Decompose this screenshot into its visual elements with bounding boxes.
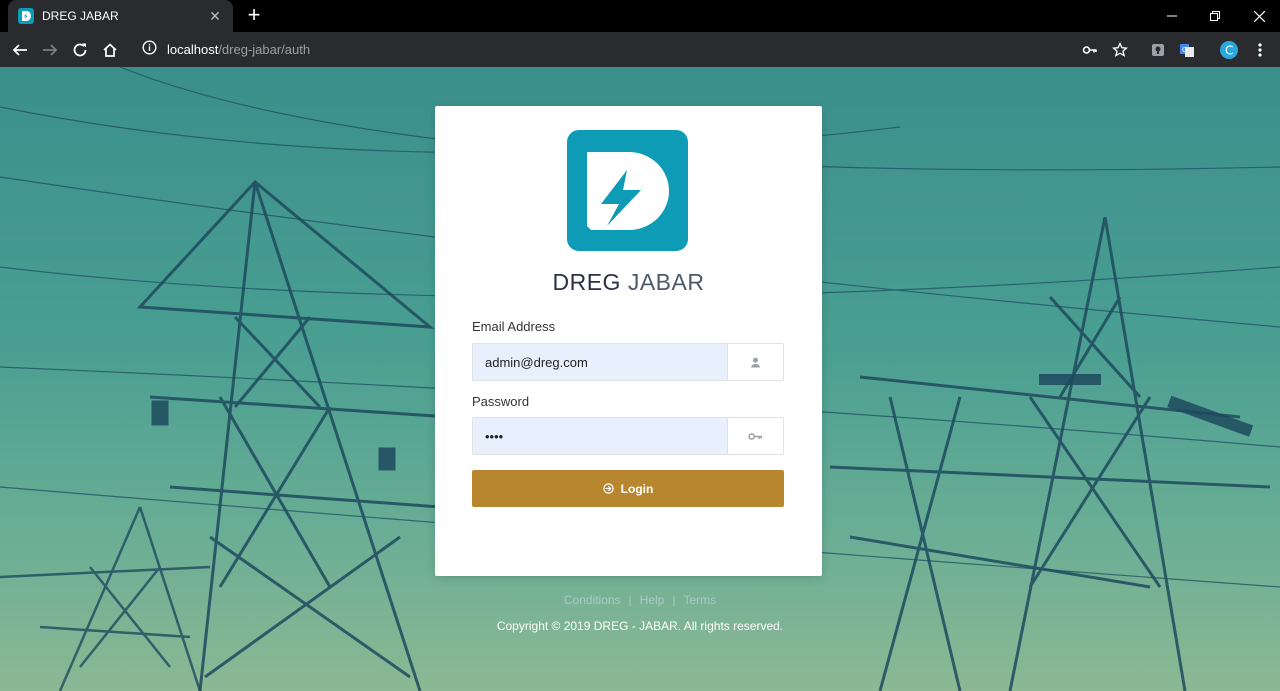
dreg-favicon-icon	[18, 8, 34, 24]
extension-icon[interactable]	[1147, 39, 1169, 61]
password-label: Password	[472, 394, 530, 409]
email-input[interactable]	[472, 343, 727, 381]
minimize-icon[interactable]	[1153, 0, 1191, 32]
login-icon	[602, 483, 614, 494]
reload-icon[interactable]	[69, 39, 91, 61]
restore-icon[interactable]	[1196, 0, 1234, 32]
help-link[interactable]: Help	[640, 593, 665, 607]
home-icon[interactable]	[99, 39, 121, 61]
user-icon	[727, 343, 784, 381]
browser-tab[interactable]: DREG JABAR ✕	[8, 0, 233, 32]
translate-icon[interactable]: G	[1176, 39, 1198, 61]
key-icon	[727, 417, 784, 455]
login-button[interactable]: Login	[472, 470, 784, 507]
login-page: DREG JABAR Email Address Password Login …	[0, 67, 1280, 691]
close-window-icon[interactable]	[1240, 0, 1278, 32]
address-bar[interactable]: localhost/dreg-jabar/auth	[132, 36, 1072, 63]
terms-link[interactable]: Terms	[683, 593, 716, 607]
back-icon[interactable]	[9, 39, 31, 61]
footer-separator: |	[628, 593, 632, 607]
brand-title: DREG JABAR	[552, 269, 705, 295]
password-input[interactable]	[472, 417, 727, 455]
menu-kebab-icon[interactable]	[1249, 39, 1271, 61]
password-group	[472, 417, 784, 455]
conditions-link[interactable]: Conditions	[564, 593, 621, 607]
url-text: localhost/dreg-jabar/auth	[167, 42, 311, 57]
footer-links: Conditions | Help | Terms	[0, 593, 1280, 607]
tab-bar: DREG JABAR ✕ +	[0, 0, 1280, 32]
tab-close-icon[interactable]: ✕	[207, 8, 223, 25]
dreg-logo-icon	[567, 130, 688, 251]
login-card: DREG JABAR Email Address Password Login	[435, 106, 822, 576]
password-key-icon[interactable]	[1079, 39, 1101, 61]
svg-text:G: G	[1182, 46, 1187, 54]
site-info-icon[interactable]	[142, 39, 157, 60]
email-group	[472, 343, 784, 381]
svg-text:C: C	[1225, 44, 1233, 58]
profile-avatar[interactable]: C	[1218, 39, 1240, 61]
copyright-text: Copyright © 2019 DREG - JABAR. All right…	[496, 619, 784, 633]
login-label: Login	[620, 481, 654, 496]
tab-title: DREG JABAR	[42, 9, 119, 23]
forward-icon[interactable]	[39, 39, 61, 61]
bookmark-star-icon[interactable]	[1109, 39, 1131, 61]
footer-separator: |	[672, 593, 676, 607]
new-tab-button[interactable]: +	[243, 4, 265, 26]
browser-toolbar: localhost/dreg-jabar/auth G C	[0, 32, 1280, 67]
email-label: Email Address	[472, 319, 556, 334]
